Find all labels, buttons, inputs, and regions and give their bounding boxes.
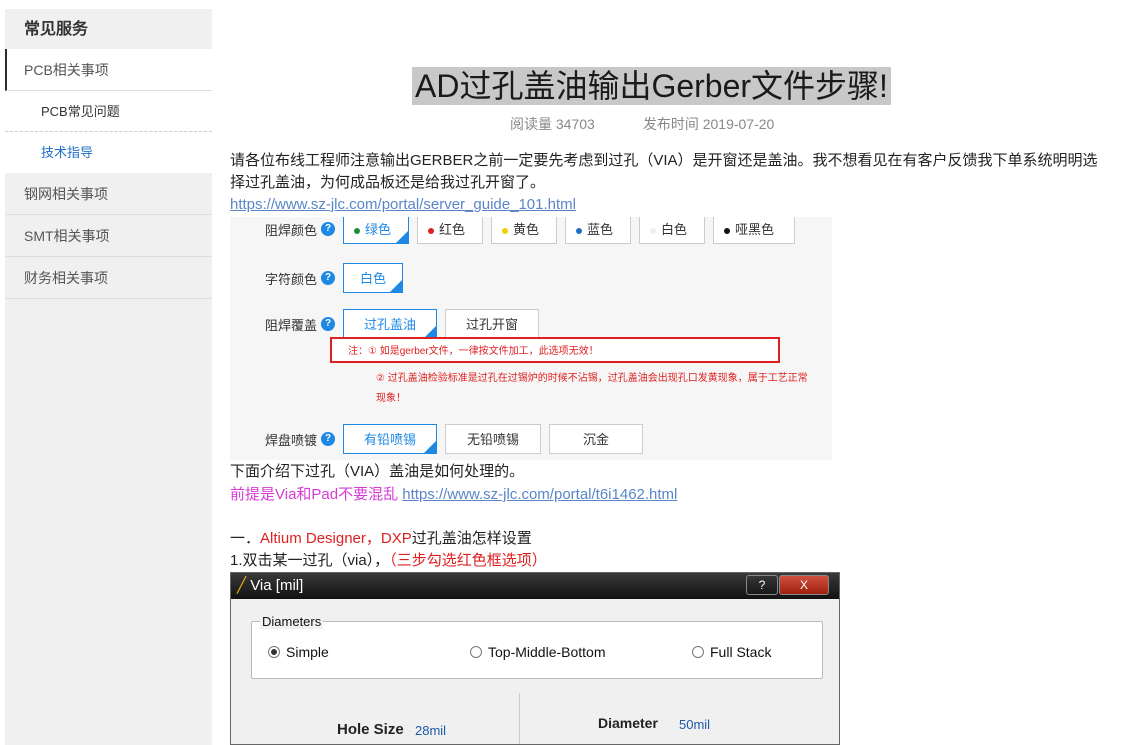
dialog-titlebar: ╱ Via [mil] ? X xyxy=(231,573,839,599)
solder-color-label: 阻焊颜色? xyxy=(265,220,343,239)
cover-option-open[interactable]: 过孔开窗 xyxy=(445,309,539,339)
section-1-software: Altium Designer，DXP xyxy=(260,530,412,547)
solder-color-option[interactable]: 红色 xyxy=(417,217,483,244)
diameter-value[interactable]: 50mil xyxy=(679,717,710,732)
section-1-number: 一． xyxy=(230,530,261,547)
dialog-title: Via [mil] xyxy=(250,577,304,594)
section-1-title: 过孔盖油怎样设置 xyxy=(411,530,532,547)
altium-logo-icon: ╱ xyxy=(237,577,247,594)
solder-cover-label: 阻焊覆盖? xyxy=(265,315,343,334)
article-title-wrap: AD过孔盖油输出Gerber文件步骤! xyxy=(412,67,891,105)
finish-option-leadfree[interactable]: 无铅喷锡 xyxy=(445,424,541,454)
order-form-screenshot: 阻焊颜色? 绿色 红色 黄色 蓝色 白色 哑黑色 字符颜色? 白色 阻焊覆盖? 过孔盖油 … xyxy=(230,217,832,460)
panel-divider xyxy=(519,693,520,744)
solder-color-option[interactable]: 黄色 xyxy=(491,217,557,244)
diameters-label: Diameters xyxy=(260,614,324,629)
surface-finish-row: 焊盘喷镀? 有铅喷锡 无铅喷锡 沉金 xyxy=(265,424,651,454)
help-button[interactable]: ? xyxy=(746,575,778,595)
solder-color-label-text: 红色 xyxy=(439,222,466,237)
via-intro: 下面介绍下过孔（VIA）盖油是如何处理的。 xyxy=(230,463,525,480)
step-1-note: （三步勾选红色框选项） xyxy=(389,552,547,569)
solder-color-label-text: 蓝色 xyxy=(587,222,614,237)
solder-color-label-text: 白色 xyxy=(661,222,688,237)
intro-paragraph: 请各位布线工程师注意输出GERBER之前一定要先考虑到过孔（VIA）是开窗还是盖… xyxy=(230,150,1100,216)
silk-color-row: 字符颜色? 白色 xyxy=(265,263,411,293)
publish-date: 发布时间 2019-07-20 xyxy=(642,116,775,132)
solder-color-row: 阻焊颜色? 绿色 红色 黄色 蓝色 白色 哑黑色 xyxy=(265,217,803,244)
article-meta: 阅读量 34703 发布时间 2019-07-20 xyxy=(510,114,774,134)
color-dot-icon xyxy=(354,227,360,234)
hole-size-label: Hole Size xyxy=(337,721,404,738)
diameters-group: Diameters Simple Top-Middle-Bottom Full … xyxy=(251,614,823,679)
color-dot-icon xyxy=(428,227,434,234)
premise-text: 前提是Via和Pad不要混乱 xyxy=(230,486,399,503)
step-1: 1.双击某一过孔（via），（三步勾选红色框选项） xyxy=(230,550,1100,572)
radio-unchecked-icon xyxy=(692,646,704,658)
color-dot-icon xyxy=(724,227,730,234)
color-dot-icon xyxy=(576,227,582,234)
sidebar-item-finance[interactable]: 财务相关事项 xyxy=(5,257,212,299)
intro-text: 请各位布线工程师注意输出GERBER之前一定要先考虑到过孔（VIA）是开窗还是盖… xyxy=(230,152,1098,191)
sidebar-subitem-pcb-faq[interactable]: PCB常见问题 xyxy=(5,91,212,132)
step-1-text: 1.双击某一过孔（via）， xyxy=(230,552,390,569)
premise-line: 前提是Via和Pad不要混乱 https://www.sz-jlc.com/po… xyxy=(230,484,1100,506)
solder-color-label-text: 黄色 xyxy=(513,222,540,237)
color-dot-icon xyxy=(502,227,508,234)
sidebar: 常见服务 PCB相关事项 PCB常见问题 技术指导 钢网相关事项 SMT相关事项… xyxy=(5,9,212,745)
surface-finish-label: 焊盘喷镀? xyxy=(265,430,343,449)
read-count: 阅读量 34703 xyxy=(510,116,595,132)
solder-color-option[interactable]: 哑黑色 xyxy=(713,217,795,244)
finish-option-leaded[interactable]: 有铅喷锡 xyxy=(343,424,437,454)
sidebar-item-pcb[interactable]: PCB相关事项 xyxy=(5,49,212,91)
section-1-heading: 一．Altium Designer，DXP过孔盖油怎样设置 xyxy=(230,528,1100,550)
gerber-note-box: 注：① 如是gerber文件，一律按文件加工，此选项无效！ xyxy=(330,337,780,363)
sidebar-item-stencil[interactable]: 钢网相关事项 xyxy=(5,173,212,215)
question-circle-icon: ? xyxy=(321,222,336,236)
silk-color-white[interactable]: 白色 xyxy=(343,263,403,293)
radio-top-middle-bottom[interactable]: Top-Middle-Bottom xyxy=(470,644,606,660)
solder-cover-row: 阻焊覆盖? 过孔盖油 过孔开窗 xyxy=(265,309,547,339)
radio-checked-icon xyxy=(268,646,280,658)
radio-unchecked-icon xyxy=(470,646,482,658)
sidebar-title: 常见服务 xyxy=(24,21,89,38)
close-button[interactable]: X xyxy=(779,575,829,595)
radio-full-stack[interactable]: Full Stack xyxy=(692,644,771,660)
diameter-label: Diameter xyxy=(598,715,658,731)
solder-color-label-text: 绿色 xyxy=(365,222,392,237)
question-circle-icon: ? xyxy=(321,271,336,285)
hole-size-value[interactable]: 28mil xyxy=(415,723,446,738)
tenting-standard-note: ② 过孔盖油检验标准是过孔在过锡炉的时候不沾锡，过孔盖油会出现孔口发黄现象，属于… xyxy=(376,373,808,404)
question-circle-icon: ? xyxy=(321,317,336,331)
premise-link[interactable]: https://www.sz-jlc.com/portal/t6i1462.ht… xyxy=(402,486,677,503)
solder-color-options: 绿色 红色 黄色 蓝色 白色 哑黑色 xyxy=(343,217,803,244)
via-dialog-screenshot: ╱ Via [mil] ? X Diameters Simple Top-Mid… xyxy=(230,572,840,745)
cover-option-tented[interactable]: 过孔盖油 xyxy=(343,309,437,339)
solder-color-option[interactable]: 绿色 xyxy=(343,217,409,244)
color-dot-icon xyxy=(650,227,656,234)
sidebar-item-smt[interactable]: SMT相关事项 xyxy=(5,215,212,257)
silk-color-label: 字符颜色? xyxy=(265,269,343,288)
question-circle-icon: ? xyxy=(321,432,336,446)
finish-option-enig[interactable]: 沉金 xyxy=(549,424,643,454)
sidebar-subitem-tech-guide[interactable]: 技术指导 xyxy=(5,132,212,173)
guide-link[interactable]: https://www.sz-jlc.com/portal/server_gui… xyxy=(230,196,576,213)
solder-color-option[interactable]: 蓝色 xyxy=(565,217,631,244)
article-title: AD过孔盖油输出Gerber文件步骤! xyxy=(412,67,891,105)
radio-simple[interactable]: Simple xyxy=(268,644,329,660)
solder-color-option[interactable]: 白色 xyxy=(639,217,705,244)
solder-color-label-text: 哑黑色 xyxy=(735,222,775,237)
